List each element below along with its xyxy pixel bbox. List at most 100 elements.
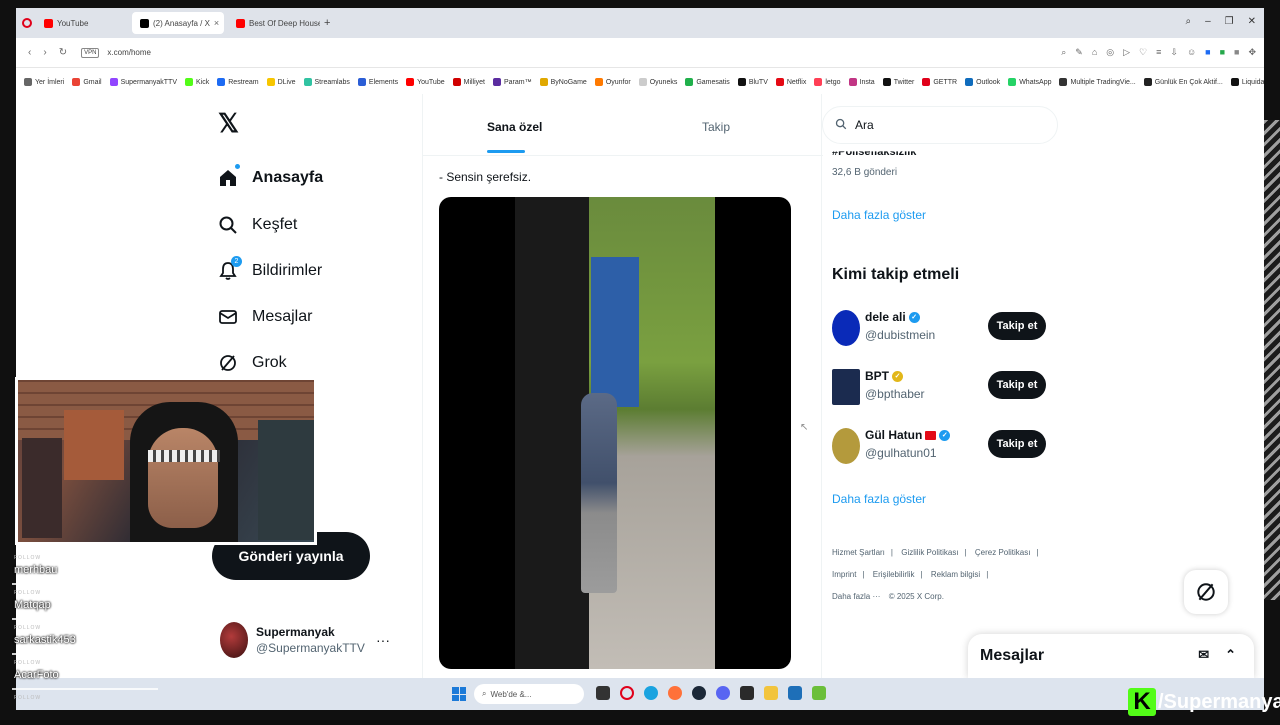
bookmark-item[interactable]: Streamlabs [303, 78, 350, 86]
follow-button[interactable]: Takip et [988, 430, 1046, 458]
trend-name[interactable]: #Polisefiaksizlik [832, 151, 916, 158]
firefox-icon[interactable] [668, 686, 682, 700]
bookmark-item[interactable]: Gmail [72, 78, 102, 86]
bookmark-item[interactable]: SupermanyakTTV [109, 78, 177, 86]
folder-icon[interactable] [764, 686, 778, 700]
nav-item-messages[interactable]: Mesajlar [218, 307, 312, 327]
extension-icon[interactable]: ■ [1205, 47, 1210, 58]
taskbar-search[interactable]: ⌕ Web'de &... [474, 684, 584, 704]
shield-icon[interactable]: ◎ [1106, 47, 1114, 58]
footer-link[interactable]: Reklam bilgisi [931, 570, 980, 579]
bookmark-item[interactable]: Oyunfor [594, 78, 631, 86]
follow-button[interactable]: Takip et [988, 371, 1046, 399]
footer-link[interactable]: Hizmet Şartları [832, 548, 885, 557]
bookmark-item[interactable]: Insta [848, 78, 875, 86]
follow-suggestion[interactable]: BPT ✓ @bpthaber Takip et [832, 367, 1048, 407]
close-window-icon[interactable]: ✕ [1248, 16, 1256, 27]
opera-icon[interactable] [620, 686, 634, 700]
nav-item-notifications[interactable]: 2 Bildirimler [218, 256, 322, 281]
bookmark-item[interactable]: Netflix [775, 78, 806, 86]
store-icon[interactable] [788, 686, 802, 700]
browser-tab-youtube[interactable]: YouTube [36, 12, 128, 34]
obs-icon[interactable] [740, 686, 754, 700]
task-view-icon[interactable] [596, 686, 610, 700]
bookmark-item[interactable]: BluTV [737, 78, 768, 86]
show-more-trends-link[interactable]: Daha fazla göster [832, 208, 926, 222]
follow-suggestion[interactable]: dele ali ✓ @dubistmein Takip et [832, 308, 1048, 348]
bookmark-item[interactable]: DLive [266, 78, 296, 86]
maximize-icon[interactable]: ❐ [1225, 16, 1234, 27]
bookmark-item[interactable]: Günlük En Çok Aktif... [1143, 78, 1223, 86]
nav-item-grok[interactable]: Grok [218, 353, 287, 373]
x-logo-icon[interactable]: 𝕏 [218, 108, 239, 139]
bookmark-item[interactable]: Yer İmleri [24, 78, 64, 86]
bookmark-item[interactable]: Outlook [965, 78, 1000, 86]
bookmark-item[interactable]: ByNoGame [539, 78, 587, 86]
puzzle-icon[interactable]: ✥ [1248, 47, 1256, 58]
bookmark-item[interactable]: Oyuneks [638, 78, 677, 86]
menu-icon[interactable]: ≡ [1156, 47, 1161, 58]
reload-icon[interactable]: ↻ [59, 47, 67, 58]
vpn-badge[interactable]: VPN [81, 47, 100, 58]
url-field[interactable]: x.com/home [107, 48, 151, 57]
messages-drawer[interactable]: Mesajlar ✉ ⌃ [968, 634, 1254, 678]
nav-item-explore[interactable]: Keşfet [218, 215, 297, 235]
browser-tab-x[interactable]: (2) Anasayfa / X × [132, 12, 224, 34]
account-icon[interactable]: ☺ [1187, 47, 1196, 58]
play-icon[interactable]: ▷ [1123, 47, 1130, 58]
more-options-icon[interactable]: ··· [376, 632, 390, 648]
tab-for-you[interactable]: Sana özel [487, 120, 542, 134]
footer-link[interactable]: Erişilebilirlik [873, 570, 915, 579]
search-bar[interactable]: Ara [822, 106, 1058, 144]
search-tabs-icon[interactable]: ⌕ [1185, 16, 1191, 27]
download-icon[interactable]: ⇩ [1170, 47, 1178, 58]
edit-icon[interactable]: ✎ [1075, 47, 1083, 58]
opera-icon[interactable] [22, 18, 32, 28]
expand-icon[interactable]: ⌃ [1225, 647, 1236, 663]
search-input[interactable]: Ara [855, 118, 874, 132]
home-icon[interactable]: ⌂ [1092, 47, 1097, 58]
back-icon[interactable]: ‹ [28, 47, 31, 58]
windows-start-icon[interactable] [452, 687, 466, 701]
discord-icon[interactable] [716, 686, 730, 700]
close-tab-icon[interactable]: × [214, 18, 219, 28]
footer-link[interactable]: Gizlilik Politikası [901, 548, 958, 557]
minimize-icon[interactable]: – [1205, 16, 1211, 27]
extension-icon[interactable]: ■ [1234, 47, 1239, 58]
show-more-follow-link[interactable]: Daha fazla göster [832, 492, 926, 506]
footer-link[interactable]: Imprint [832, 570, 856, 579]
account-switcher[interactable]: Supermanyak @SupermanyakTTV ··· [220, 622, 390, 658]
new-tab-icon[interactable]: + [324, 17, 330, 29]
new-message-icon[interactable]: ✉ [1198, 647, 1209, 663]
bookmark-item[interactable]: Restream [217, 78, 259, 86]
footer-more-link[interactable]: Daha fazla ··· [832, 592, 880, 601]
extension-icon[interactable]: ■ [1220, 47, 1225, 58]
bookmark-item[interactable]: WhatsApp [1008, 78, 1051, 86]
tweet-video[interactable] [439, 197, 791, 669]
bookmark-item[interactable]: Liquidation Heatma... [1230, 78, 1264, 86]
steam-icon[interactable] [692, 686, 706, 700]
bookmark-icon [737, 78, 746, 86]
edge-icon[interactable] [644, 686, 658, 700]
search-icon[interactable]: ⌕ [1061, 47, 1066, 58]
bookmark-item[interactable]: letgo [814, 78, 841, 86]
bookmark-item[interactable]: Param™ [493, 78, 532, 86]
bookmark-item[interactable]: Milliyet [452, 78, 485, 86]
bookmark-item[interactable]: Gamesatis [685, 78, 730, 86]
bookmark-item[interactable]: YouTube [406, 78, 445, 86]
grok-floating-button[interactable] [1184, 570, 1228, 614]
bookmark-item[interactable]: Kick [185, 78, 209, 86]
bookmark-item[interactable]: GETTR [922, 78, 957, 86]
nav-item-home[interactable]: Anasayfa [218, 164, 323, 188]
app-icon[interactable] [812, 686, 826, 700]
follow-button[interactable]: Takip et [988, 312, 1046, 340]
browser-tab-music[interactable]: Best Of Deep House M [228, 12, 320, 34]
tab-following[interactable]: Takip [702, 120, 730, 134]
bookmark-item[interactable]: Elements [357, 78, 398, 86]
follow-suggestion[interactable]: Gül Hatun ✓ @gulhatun01 Takip et [832, 426, 1048, 466]
forward-icon[interactable]: › [43, 47, 46, 58]
bookmark-item[interactable]: Twitter [882, 78, 914, 86]
heart-icon[interactable]: ♡ [1139, 47, 1147, 58]
bookmark-item[interactable]: Multiple TradingVie... [1059, 78, 1136, 86]
footer-link[interactable]: Çerez Politikası [975, 548, 1031, 557]
